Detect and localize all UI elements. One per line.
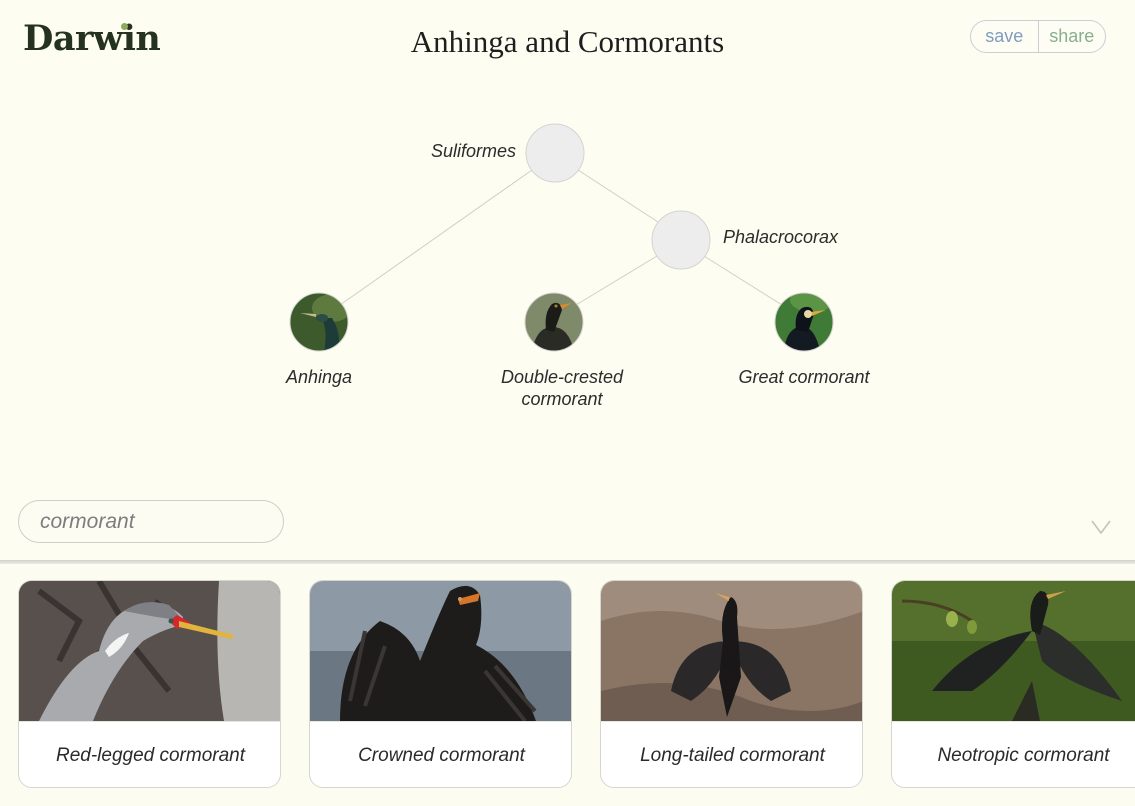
result-card-label: Red-legged cormorant [19,721,280,787]
result-card[interactable]: Crowned cormorant [309,580,572,788]
result-photo [892,581,1135,721]
leaf-label-double-crested[interactable]: Double-crested cormorant [472,366,652,410]
results-carousel: Red-legged cormorant Crowned cormorant L… [0,564,1135,806]
result-card-label: Long-tailed cormorant [601,721,862,787]
result-photo [19,581,280,721]
edge-inner-double-crested [575,255,658,306]
edge-inner-great [703,255,783,306]
result-card[interactable]: Neotropic cormorant [891,580,1135,788]
result-card[interactable]: Red-legged cormorant [18,580,281,788]
root-node-label: Suliformes [431,141,517,161]
tree-panel: Darwin Anhinga and Cormorants save share [0,0,1135,560]
edge-root-anhinga [339,169,533,306]
result-card-label: Neotropic cormorant [892,721,1135,787]
chevron-down-icon[interactable] [1090,518,1112,536]
inner-node[interactable] [651,210,711,270]
edge-root-inner [577,169,659,223]
inner-node-label: Phalacrocorax [723,227,839,247]
result-photo [310,581,571,721]
leaf-label-great-cormorant[interactable]: Great cormorant [714,366,894,388]
result-card-label: Crowned cormorant [310,721,571,787]
search-input[interactable] [18,500,284,543]
result-card[interactable]: Long-tailed cormorant [600,580,863,788]
root-node[interactable] [525,123,585,183]
result-photo [601,581,862,721]
leaf-label-anhinga[interactable]: Anhinga [229,366,409,388]
tree-edges [339,169,783,306]
